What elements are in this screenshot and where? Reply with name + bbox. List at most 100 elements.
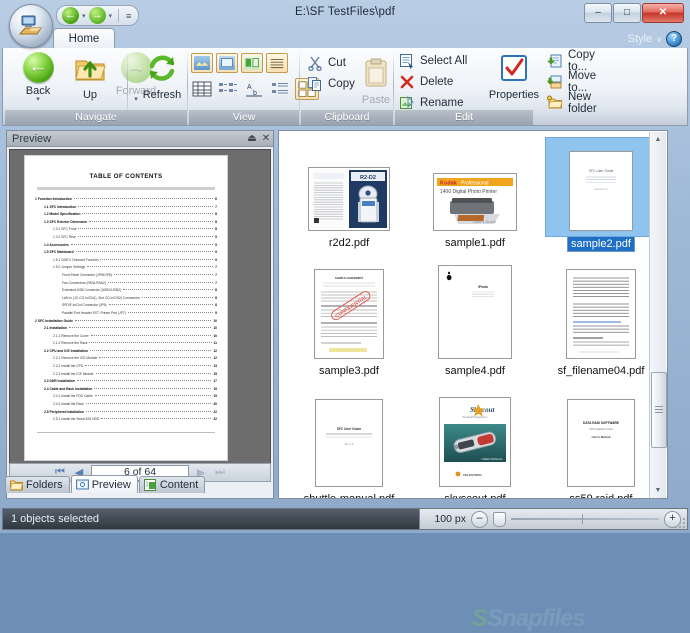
file-thumbnail[interactable]: DATA RAID SOFTWARE S/W Installation Guid… (567, 399, 635, 487)
file-list-scrollbar[interactable]: ▲ ▼ (649, 132, 667, 498)
toc-entry-text: 2.1 Installation (44, 326, 67, 331)
tab-content[interactable]: Content (138, 476, 206, 493)
ribbon-group-edit: Select All Delete Rename Properties Copy… (395, 49, 613, 125)
toc-entry: 2.4.2 Install the Rack 20 (35, 401, 217, 409)
copy-to-icon (547, 54, 562, 68)
delete-button[interactable]: Delete (399, 72, 453, 92)
select-all-button[interactable]: Select All (399, 51, 467, 71)
toc-entry: 2.4.1 Install the FDD Cable 19 (35, 393, 217, 401)
file-name-label[interactable]: sample4.pdf (442, 364, 508, 378)
file-name-label[interactable]: r2d2.pdf (326, 236, 372, 250)
copy-button[interactable]: Copy (307, 74, 355, 94)
file-thumbnail-wrapper: R2-D2 (287, 135, 411, 231)
toc-entry-text: 1.4 Accessories (44, 242, 69, 247)
file-thumbnail[interactable]: Kodak Professional 1400 Digital Photo Pr… (433, 173, 517, 231)
file-thumbnail[interactable]: SFC User Guide Version 1.0 (569, 151, 633, 231)
preview-document-viewport[interactable]: TABLE OF CONTENTS 1 Function Introductio… (9, 149, 271, 474)
resize-grip-icon[interactable] (673, 516, 685, 528)
document-end-rule (37, 431, 215, 433)
group-by-icon[interactable] (269, 80, 291, 98)
details-view-icon[interactable] (266, 53, 288, 73)
small-icons-icon[interactable] (217, 80, 239, 98)
file-item[interactable]: Sky cout Personal Planetarium USER MANUA… (413, 391, 537, 498)
file-name-label[interactable]: ss59 raid.pdf (567, 492, 636, 498)
sort-az-icon[interactable]: A b (243, 80, 265, 98)
toc-entry-page: 10 (213, 318, 217, 323)
qat-separator (118, 9, 120, 22)
close-button[interactable]: ✕ (642, 3, 684, 23)
toc-leader-dots (123, 289, 214, 291)
toc-entry-page: 22 (213, 409, 217, 414)
new-folder-button[interactable]: New folder (547, 91, 613, 115)
scroll-up-button[interactable]: ▲ (650, 132, 666, 148)
help-button[interactable]: ? (666, 31, 682, 47)
file-thumbnail[interactable]: Sky cout Personal Planetarium USER MANUA… (439, 397, 511, 487)
file-item[interactable]: SFC User Guide Ver. 1.0 shuttle-manual.p… (287, 391, 411, 498)
file-thumbnail[interactable]: iPhoto (438, 265, 512, 359)
zoom-out-button[interactable]: – (471, 510, 488, 528)
close-icon[interactable]: ✕ (259, 132, 273, 146)
file-item[interactable]: SFC User Guide Version 1.0 sample2.pdf (539, 135, 663, 263)
toc-leader-dots (100, 258, 214, 260)
cut-label: Cut (328, 57, 346, 69)
toc-entry-page: 7 (215, 204, 217, 209)
file-list[interactable]: R2-D2 r2d2.pdf Kodak Professional 1400 D… (278, 130, 668, 499)
toc-entry-text: 1.3 SFC Exterior Dimension (44, 219, 88, 224)
tab-preview[interactable]: Preview (70, 475, 138, 493)
file-thumbnail[interactable]: SFC User Guide Ver. 1.0 (315, 399, 383, 487)
svg-text:Personal Planetarium: Personal Planetarium (463, 415, 488, 419)
refresh-button[interactable]: Refresh (135, 52, 189, 101)
filmstrip-view-icon[interactable] (216, 53, 238, 73)
style-menu[interactable]: Style ∨ ? (628, 31, 682, 47)
copy-to-button[interactable]: Copy to... (547, 49, 613, 73)
zoom-slider[interactable] (511, 513, 659, 525)
file-item[interactable]: DATA RAID SOFTWARE S/W Installation Guid… (539, 391, 663, 498)
tab-folders[interactable]: Folders (5, 476, 70, 493)
file-name-label[interactable]: sf_filename04.pdf (555, 364, 648, 378)
toc-leader-dots (77, 235, 214, 237)
svg-text:SFC User Guide: SFC User Guide (337, 427, 361, 431)
qat-back-button[interactable]: ← (62, 7, 79, 24)
toc-entry-page: 15 (213, 371, 217, 376)
toc-entry: 1.3.1 SFC Front 8 (35, 226, 217, 234)
qat-overflow-button[interactable]: ≡ (124, 11, 133, 21)
qat-forward-caret[interactable]: ▾ (108, 12, 114, 20)
tiles-view-icon[interactable] (241, 53, 263, 73)
toc-entry-page: 22 (213, 417, 217, 422)
rename-label: Rename (420, 97, 464, 109)
file-item[interactable]: iPhoto sample4.pdf (413, 263, 537, 391)
file-name-label[interactable]: sample2.pdf (567, 236, 635, 252)
pin-icon[interactable]: ⏏ (245, 132, 259, 146)
file-item[interactable]: Kodak Professional 1400 Digital Photo Pr… (413, 135, 537, 263)
file-thumbnail[interactable]: SAMPLE AGREEMENT CONFIDENTIAL (314, 269, 384, 359)
toc-leader-dots (89, 342, 212, 344)
move-to-button[interactable]: Move to... (547, 70, 613, 94)
application-orb-button[interactable] (9, 4, 53, 48)
file-item[interactable]: sf_filename04.pdf (539, 263, 663, 391)
file-item[interactable]: R2-D2 r2d2.pdf (287, 135, 411, 263)
status-message: 1 objects selected (11, 513, 100, 525)
minimize-button[interactable]: – (584, 3, 612, 23)
cut-button[interactable]: Cut (307, 53, 346, 73)
back-dropdown-caret[interactable]: ▾ (11, 96, 65, 103)
file-item[interactable]: SAMPLE AGREEMENT CONFIDENTIAL sample3.pd… (287, 263, 411, 391)
thumbnails-view-icon[interactable] (191, 53, 213, 73)
qat-forward-button[interactable]: → (88, 7, 106, 24)
qat-back-caret[interactable]: ▾ (81, 12, 87, 20)
svg-text:A: A (247, 84, 252, 91)
file-name-label[interactable]: sample1.pdf (442, 236, 508, 250)
file-name-label[interactable]: shuttle-manual.pdf (301, 492, 398, 498)
scroll-down-button[interactable]: ▼ (650, 483, 666, 498)
file-name-label[interactable]: sample3.pdf (316, 364, 382, 378)
refresh-icon (149, 55, 175, 81)
maximize-button[interactable]: □ (613, 3, 641, 23)
file-manager-window: E:\SF TestFiles\pdf ← ▾ → ▾ ≡ – □ ✕ Home… (0, 0, 690, 632)
file-thumbnail[interactable] (566, 269, 636, 359)
list-grid-icon[interactable] (191, 80, 213, 98)
file-thumbnail[interactable]: R2-D2 (308, 167, 390, 231)
file-name-label[interactable]: skyscout.pdf (441, 492, 508, 498)
back-button[interactable]: ← Back ▾ (11, 52, 65, 103)
properties-button[interactable]: Properties (483, 52, 545, 101)
scrollbar-thumb[interactable] (651, 372, 667, 448)
toc-entry: Fan Connectors (FAN1/FAN2) 7 (35, 280, 217, 288)
